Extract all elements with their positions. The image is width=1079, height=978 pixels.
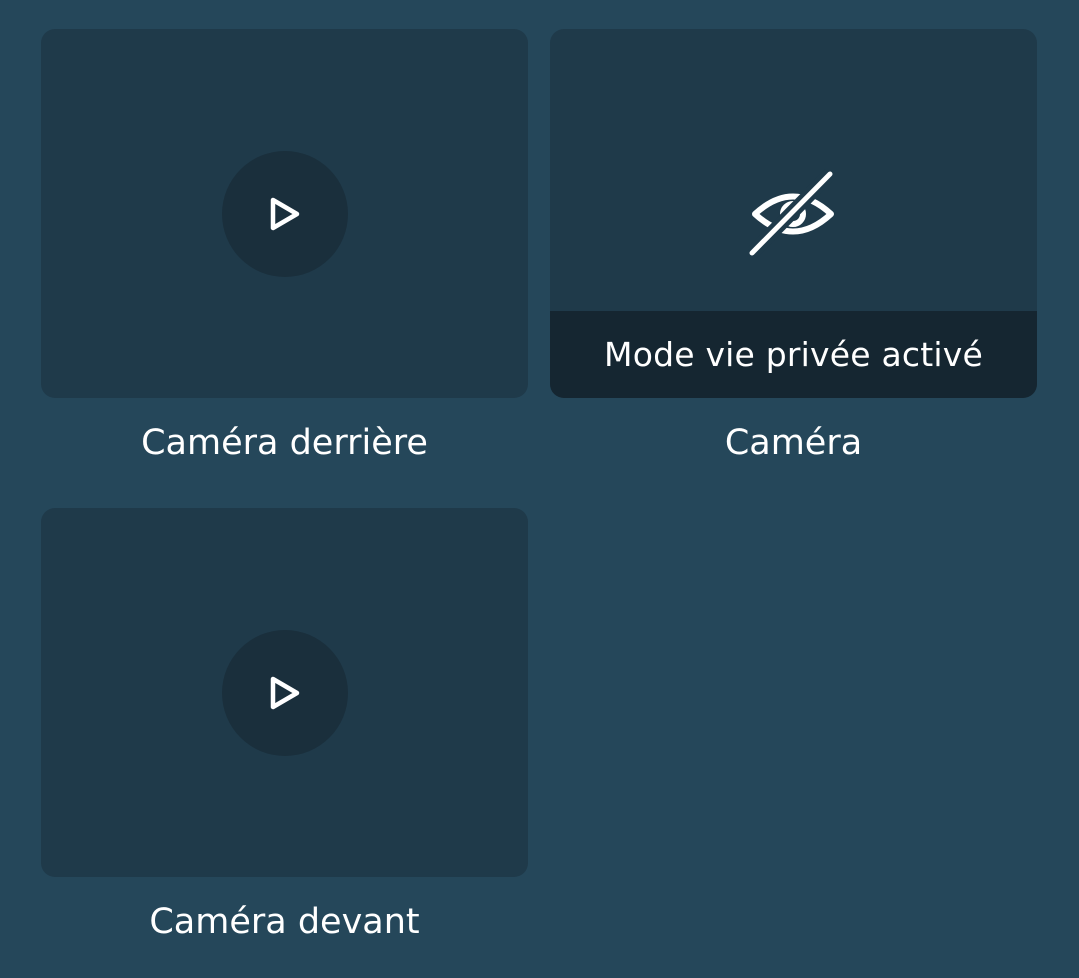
play-button[interactable] (222, 630, 348, 756)
play-icon (265, 673, 305, 713)
eye-slash-icon (748, 169, 838, 259)
play-icon (265, 194, 305, 234)
camera-tile-main[interactable]: Mode vie privée activé Caméra (550, 29, 1037, 509)
camera-thumbnail[interactable] (41, 508, 528, 877)
camera-name-label: Caméra devant (149, 902, 420, 942)
camera-grid: Caméra derrière Mode vie privée activé C… (0, 0, 1079, 978)
camera-thumbnail[interactable] (41, 29, 528, 398)
play-button[interactable] (222, 151, 348, 277)
camera-tile-front[interactable]: Caméra devant (41, 508, 528, 978)
camera-name-label: Caméra (724, 423, 863, 463)
privacy-mode-banner: Mode vie privée activé (550, 311, 1037, 398)
camera-thumbnail[interactable]: Mode vie privée activé (550, 29, 1037, 398)
camera-tile-rear[interactable]: Caméra derrière (41, 29, 528, 509)
camera-name-label: Caméra derrière (141, 423, 428, 463)
